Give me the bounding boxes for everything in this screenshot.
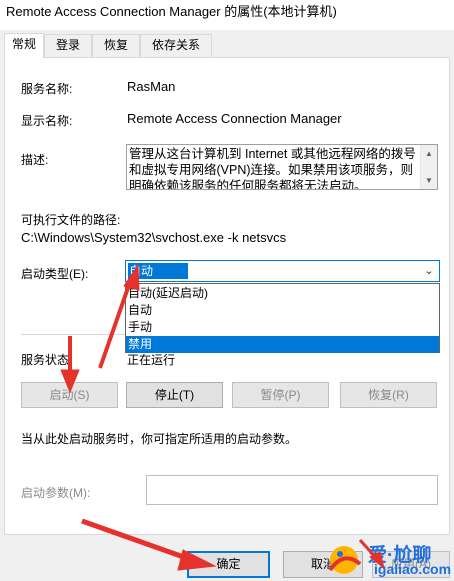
startup-option-disabled[interactable]: 禁用	[126, 336, 439, 353]
tab-general[interactable]: 常规	[4, 33, 44, 58]
description-scrollbar[interactable]: ▲ ▼	[420, 145, 437, 189]
title-bar: Remote Access Connection Manager 的属性(本地计…	[0, 0, 454, 30]
service-name-label: 服务名称:	[21, 82, 73, 96]
chevron-down-icon[interactable]: ⌄	[422, 263, 436, 279]
service-name-value: RasMan	[127, 79, 176, 94]
startup-type-dropdown: 自动(延迟启动) 自动 手动 禁用	[125, 283, 440, 353]
watermark-mascot-icon	[328, 546, 362, 574]
pause-button[interactable]: 暂停(P)	[232, 382, 329, 408]
stop-button[interactable]: 停止(T)	[126, 382, 223, 408]
exe-path-label: 可执行文件的路径:	[21, 213, 121, 227]
startup-option-manual[interactable]: 手动	[126, 319, 439, 336]
watermark-logo: 爱·尬聊 igaliao.com	[320, 540, 452, 578]
service-status-label: 服务状态:	[21, 353, 73, 367]
start-params-input[interactable]	[146, 475, 438, 505]
scroll-down-icon[interactable]: ▼	[421, 172, 437, 189]
description-text: 管理从这台计算机到 Internet 或其他远程网络的拨号和虚拟专用网络(VPN…	[129, 147, 416, 190]
watermark-text-domain: igaliao.com	[374, 561, 452, 577]
tab-logon[interactable]: 登录	[44, 34, 92, 57]
description-label: 描述:	[21, 153, 49, 167]
window-title: Remote Access Connection Manager 的属性(本地计…	[6, 4, 337, 19]
startup-type-label: 启动类型(E):	[21, 267, 89, 281]
tab-strip: 常规 登录 恢复 依存关系	[0, 33, 454, 58]
description-box[interactable]: 管理从这台计算机到 Internet 或其他远程网络的拨号和虚拟专用网络(VPN…	[126, 144, 438, 190]
startup-type-selected: 自动	[128, 263, 188, 279]
exe-path-value: C:\Windows\System32\svchost.exe -k netsv…	[21, 230, 287, 245]
start-button[interactable]: 启动(S)	[21, 382, 118, 408]
tab-recovery[interactable]: 恢复	[92, 34, 140, 57]
scroll-up-icon[interactable]: ▲	[421, 145, 437, 162]
tab-dependencies[interactable]: 依存关系	[140, 34, 212, 57]
ok-button[interactable]: 确定	[187, 551, 270, 578]
start-params-hint: 当从此处启动服务时，你可指定所适用的启动参数。	[21, 432, 298, 446]
service-status-value: 正在运行	[127, 353, 176, 367]
startup-option-auto-delayed[interactable]: 自动(延迟启动)	[126, 285, 439, 302]
display-name-label: 显示名称:	[21, 114, 73, 128]
display-name-value: Remote Access Connection Manager	[127, 111, 342, 126]
resume-button[interactable]: 恢复(R)	[340, 382, 437, 408]
start-params-label: 启动参数(M):	[21, 486, 91, 500]
startup-option-auto[interactable]: 自动	[126, 302, 439, 319]
startup-type-select[interactable]: 自动 ⌄	[125, 260, 440, 282]
